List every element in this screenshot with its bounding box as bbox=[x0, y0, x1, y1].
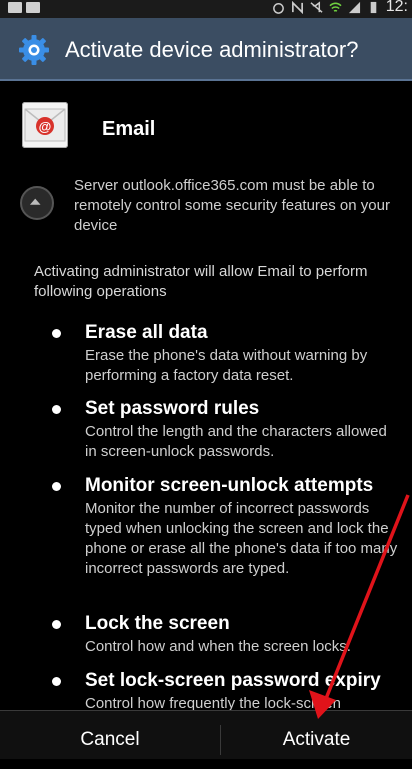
notification-icons bbox=[8, 2, 40, 13]
bullet-icon bbox=[52, 677, 61, 686]
policy-title: Monitor screen-unlock attempts bbox=[85, 475, 374, 496]
mute-icon bbox=[310, 0, 323, 13]
alarm-icon bbox=[272, 2, 284, 14]
collapse-button[interactable] bbox=[20, 186, 54, 220]
battery-icon bbox=[370, 1, 377, 13]
app-name: Email bbox=[102, 118, 156, 140]
cancel-button[interactable]: Cancel bbox=[0, 711, 220, 759]
policy-item: Set lock-screen password expiry Control … bbox=[52, 670, 402, 710]
notification-icon bbox=[8, 2, 22, 13]
chevron-up-icon bbox=[29, 198, 41, 205]
svg-text:@: @ bbox=[39, 119, 52, 134]
policy-description: Control the length and the characters al… bbox=[85, 423, 387, 460]
signal-icon bbox=[348, 1, 360, 13]
email-app-icon: @ bbox=[22, 102, 68, 148]
bullet-icon bbox=[52, 482, 61, 491]
dialog-title: Activate device administrator? bbox=[65, 37, 359, 62]
dialog-title-bar: Activate device administrator? bbox=[0, 18, 412, 81]
envelope-icon: @ bbox=[24, 108, 66, 142]
settings-gear-icon bbox=[19, 35, 49, 65]
bullet-icon bbox=[52, 329, 61, 338]
policy-title: Set password rules bbox=[85, 398, 260, 419]
policy-title: Set lock-screen password expiry bbox=[85, 670, 381, 691]
status-icons: 12: bbox=[272, 0, 408, 16]
activate-button[interactable]: Activate bbox=[221, 711, 412, 759]
notification-icon bbox=[26, 2, 40, 13]
nfc-icon bbox=[291, 0, 303, 14]
policy-description: Control how frequently the lock-screen bbox=[85, 695, 341, 710]
bullet-icon bbox=[52, 405, 61, 414]
status-time: 12: bbox=[385, 0, 408, 15]
policy-description: Erase the phone's data without warning b… bbox=[85, 347, 368, 384]
server-note-text: Server outlook.office365.com must be abl… bbox=[74, 177, 390, 234]
bullet-icon bbox=[52, 620, 61, 629]
status-bar: 12: bbox=[0, 0, 412, 18]
policy-title: Lock the screen bbox=[85, 613, 230, 634]
wifi-icon bbox=[329, 2, 342, 12]
intro-text: Activating administrator will allow Emai… bbox=[34, 263, 368, 300]
policy-title: Erase all data bbox=[85, 322, 208, 343]
policy-description: Monitor the number of incorrect password… bbox=[85, 500, 398, 577]
button-bar: Cancel Activate bbox=[0, 710, 412, 759]
policy-description: Control how and when the screen locks. bbox=[85, 638, 351, 655]
